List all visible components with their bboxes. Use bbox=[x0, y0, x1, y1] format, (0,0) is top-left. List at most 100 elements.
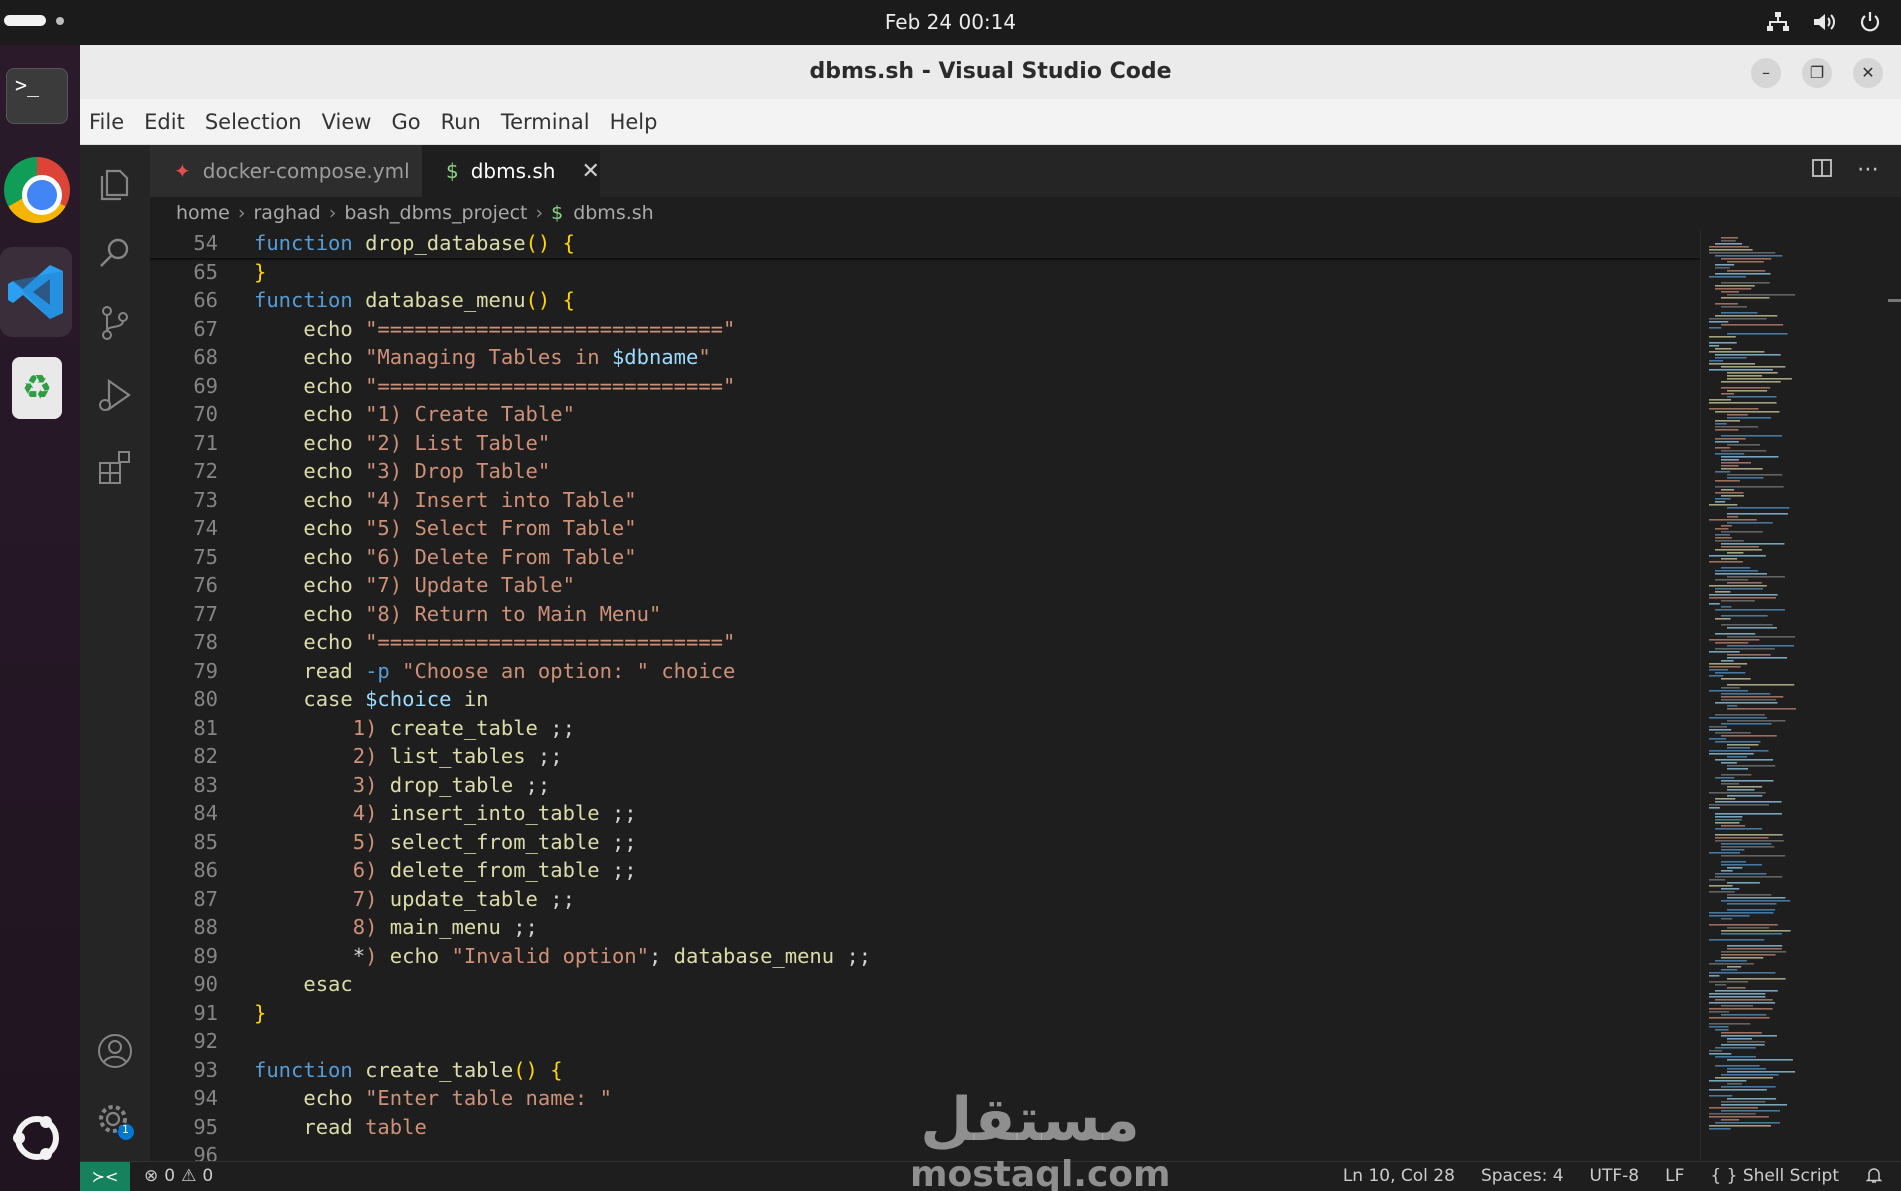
menu-run[interactable]: Run bbox=[441, 110, 481, 134]
code-line[interactable]: 90 esac bbox=[150, 970, 1780, 999]
code-line[interactable]: 68 echo "Managing Tables in $dbname" bbox=[150, 343, 1780, 372]
close-window-button[interactable]: ✕ bbox=[1853, 58, 1883, 88]
source-control-icon[interactable] bbox=[95, 303, 135, 343]
code-line[interactable]: 74 echo "5) Select From Table" bbox=[150, 514, 1780, 543]
code-token: function bbox=[254, 1057, 353, 1082]
code-line[interactable]: 92 bbox=[150, 1027, 1780, 1056]
extensions-icon[interactable] bbox=[95, 447, 135, 487]
code-line[interactable]: 91} bbox=[150, 999, 1780, 1028]
code-line[interactable]: 65} bbox=[150, 258, 1780, 287]
code-token: choice bbox=[661, 658, 736, 683]
scrollbar-thumb[interactable] bbox=[1888, 299, 1901, 302]
code-line[interactable]: 77 echo "8) Return to Main Menu" bbox=[150, 600, 1780, 629]
encoding[interactable]: UTF-8 bbox=[1590, 1166, 1640, 1189]
search-icon[interactable] bbox=[95, 233, 135, 273]
remote-icon[interactable]: ≻< bbox=[80, 1162, 130, 1191]
indentation[interactable]: Spaces: 4 bbox=[1481, 1166, 1564, 1189]
minimap-line bbox=[1721, 624, 1773, 626]
menu-view[interactable]: View bbox=[322, 110, 372, 134]
dock-terminal[interactable]: >_ bbox=[4, 63, 70, 129]
dock-chrome[interactable] bbox=[4, 157, 70, 223]
problems-indicator[interactable]: ⊗ 0 ⚠ 0 bbox=[144, 1166, 213, 1186]
code-line[interactable]: 72 echo "3) Drop Table" bbox=[150, 457, 1780, 486]
minimap-line bbox=[1709, 675, 1724, 677]
language-mode[interactable]: { } Shell Script bbox=[1710, 1166, 1839, 1189]
code-line[interactable]: 88 8) main_menu ;; bbox=[150, 913, 1780, 942]
tab-docker-compose[interactable]: ✦ docker-compose.yml bbox=[150, 145, 422, 197]
breadcrumb-item[interactable]: raghad bbox=[253, 202, 320, 224]
accounts-icon[interactable] bbox=[95, 1031, 135, 1071]
code-line[interactable]: 78 echo "============================" bbox=[150, 628, 1780, 657]
code-line[interactable]: 87 7) update_table ;; bbox=[150, 885, 1780, 914]
dock-trash[interactable]: ♻ bbox=[4, 355, 70, 421]
dock-show-apps[interactable] bbox=[4, 1105, 70, 1171]
code-line[interactable]: 80 case $choice in bbox=[150, 685, 1780, 714]
system-clock[interactable]: Feb 24 00:14 bbox=[0, 10, 1901, 34]
line-number: 70 bbox=[193, 402, 218, 426]
line-number: 69 bbox=[193, 373, 218, 398]
menu-help[interactable]: Help bbox=[610, 110, 658, 134]
code-line[interactable]: 54 function drop_database() { bbox=[150, 229, 1780, 258]
run-debug-icon[interactable] bbox=[95, 375, 135, 415]
window-titlebar[interactable]: dbms.sh - Visual Studio Code – ❐ ✕ bbox=[80, 45, 1901, 99]
code-token: " bbox=[698, 345, 711, 369]
menu-go[interactable]: Go bbox=[391, 110, 420, 134]
minimap-line bbox=[1715, 1122, 1780, 1124]
minimap-line bbox=[1709, 1116, 1769, 1118]
breadcrumb-item[interactable]: home bbox=[176, 202, 230, 224]
code-line[interactable]: 75 echo "6) Delete From Table" bbox=[150, 543, 1780, 572]
network-icon[interactable] bbox=[1765, 9, 1791, 35]
explorer-icon[interactable] bbox=[95, 163, 135, 203]
code-line[interactable]: 81 1) create_table ;; bbox=[150, 714, 1780, 743]
code-line[interactable]: 83 3) drop_table ;; bbox=[150, 771, 1780, 800]
code-line[interactable]: 79 read -p "Choose an option: " choice bbox=[150, 657, 1780, 686]
code-text: echo "5) Select From Table" bbox=[254, 514, 636, 543]
code-line[interactable]: 71 echo "2) List Table" bbox=[150, 429, 1780, 458]
code-token: echo bbox=[303, 630, 353, 654]
code-editor[interactable]: 54 function drop_database() {65} 66 functio… bbox=[150, 229, 1780, 1161]
system-tray[interactable] bbox=[1765, 9, 1883, 35]
code-line[interactable]: 93 function create_table() { bbox=[150, 1056, 1780, 1085]
minimap-line bbox=[1709, 408, 1759, 410]
code-line[interactable]: 67 echo "============================" bbox=[150, 315, 1780, 344]
editor-scrollbar[interactable] bbox=[1888, 229, 1901, 1161]
code-line[interactable]: 69 echo "============================" bbox=[150, 372, 1780, 401]
split-editor-icon[interactable] bbox=[1811, 157, 1833, 185]
bell-icon[interactable] bbox=[1865, 1166, 1883, 1189]
more-actions-icon[interactable]: ⋯ bbox=[1857, 157, 1879, 185]
tab-dbms-sh[interactable]: $ dbms.sh ✕ bbox=[422, 145, 600, 197]
close-tab-icon[interactable]: ✕ bbox=[581, 159, 599, 184]
code-line[interactable]: 86 6) delete_from_table ;; bbox=[150, 856, 1780, 885]
code-text: } bbox=[254, 999, 266, 1028]
minimap-line bbox=[1721, 855, 1786, 857]
volume-icon[interactable] bbox=[1811, 9, 1837, 35]
code-token: 1) bbox=[352, 715, 378, 740]
code-line[interactable]: 76 echo "7) Update Table" bbox=[150, 571, 1780, 600]
breadcrumb-item[interactable]: dbms.sh bbox=[573, 202, 654, 224]
menu-file[interactable]: File bbox=[89, 110, 124, 134]
menu-selection[interactable]: Selection bbox=[205, 110, 302, 134]
code-line[interactable]: 82 2) list_tables ;; bbox=[150, 742, 1780, 771]
cursor-position[interactable]: Ln 10, Col 28 bbox=[1343, 1166, 1455, 1189]
minimap-line bbox=[1727, 474, 1783, 476]
code-line[interactable]: 89 *) echo "Invalid option"; database_me… bbox=[150, 942, 1780, 971]
code-line[interactable]: 66 function database_menu() { bbox=[150, 286, 1780, 315]
minimap[interactable] bbox=[1700, 229, 1880, 1161]
power-icon[interactable] bbox=[1857, 9, 1883, 35]
dock-vscode[interactable] bbox=[0, 247, 72, 337]
code-line[interactable]: 85 5) select_from_table ;; bbox=[150, 828, 1780, 857]
minimap-line bbox=[1709, 345, 1720, 347]
menu-edit[interactable]: Edit bbox=[144, 110, 185, 134]
end-of-line[interactable]: LF bbox=[1665, 1166, 1684, 1189]
code-line[interactable]: 70 echo "1) Create Table" bbox=[150, 400, 1780, 429]
code-line[interactable]: 73 echo "4) Insert into Table" bbox=[150, 486, 1780, 515]
manage-gear-icon[interactable]: 1 bbox=[95, 1101, 135, 1141]
minimize-button[interactable]: – bbox=[1751, 58, 1781, 88]
maximize-button[interactable]: ❐ bbox=[1802, 58, 1832, 88]
breadcrumb-item[interactable]: bash_dbms_project bbox=[344, 202, 527, 224]
minimap-line bbox=[1709, 690, 1748, 692]
menu-terminal[interactable]: Terminal bbox=[501, 110, 590, 134]
code-line[interactable]: 84 4) insert_into_table ;; bbox=[150, 799, 1780, 828]
